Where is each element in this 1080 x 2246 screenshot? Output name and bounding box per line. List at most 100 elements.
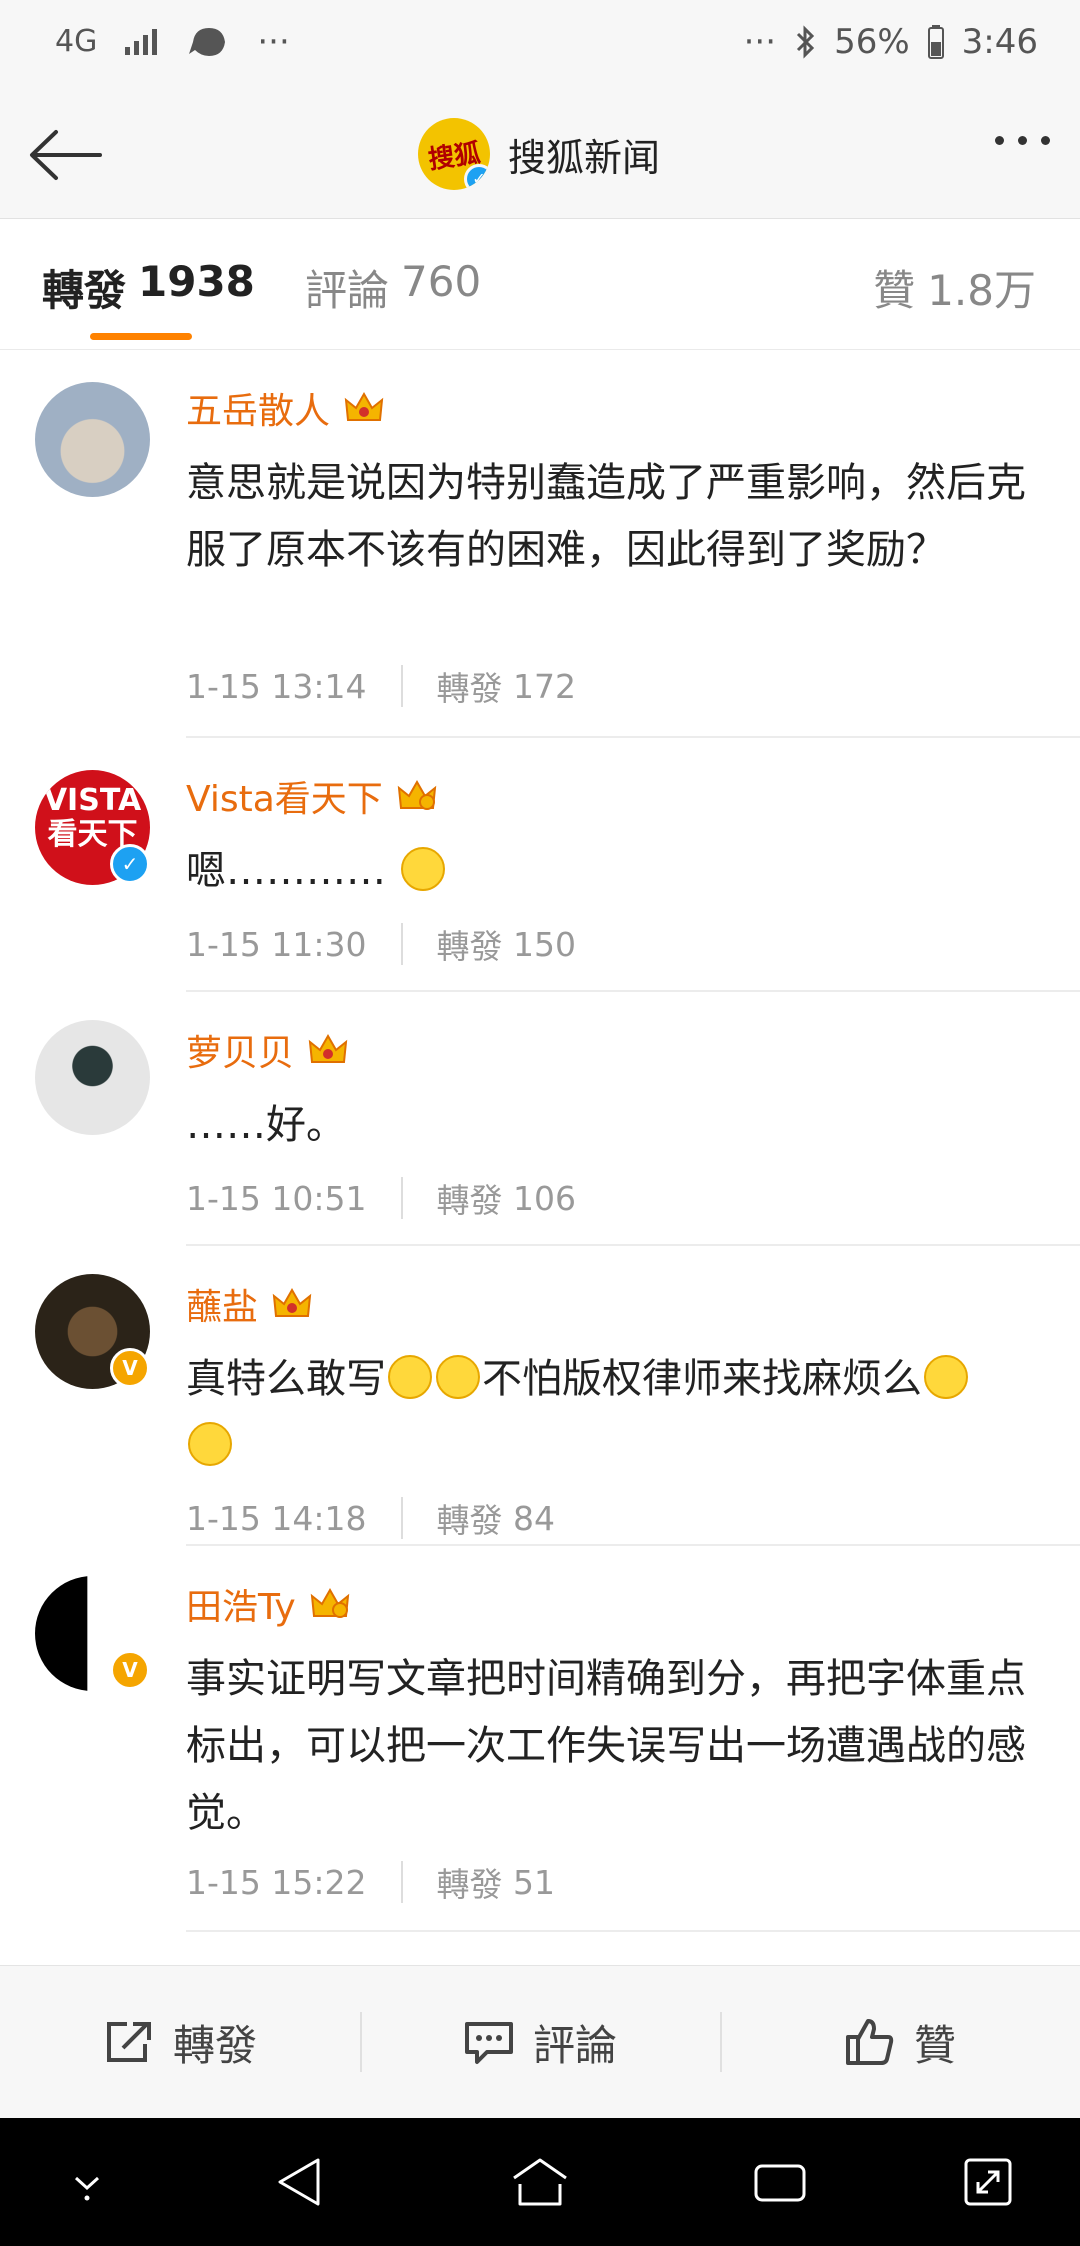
tab-forward[interactable]: 轉發 1938	[42, 257, 255, 318]
username-text: 萝贝贝	[186, 1033, 295, 1074]
comment-text-content: 嗯…………	[186, 848, 386, 894]
divider	[186, 990, 1080, 992]
username-text: 田浩Ty	[186, 1587, 296, 1628]
comment-text: 嗯…………	[186, 838, 1046, 905]
more-dot-icon	[1018, 136, 1027, 145]
vip-crown-icon	[344, 391, 384, 421]
forward-label: 轉發	[436, 669, 503, 708]
system-navigation-bar	[0, 2118, 1080, 2246]
nav-back-icon[interactable]	[272, 2154, 328, 2210]
battery-percent: 56%	[834, 22, 910, 62]
active-tab-indicator	[90, 333, 192, 340]
page-title: 搜狐新闻	[508, 135, 661, 180]
comment-text: 意思就是说因为特别蠢造成了严重影响，然后克服了原本不该有的困难，因此得到了奖励？	[186, 460, 1026, 573]
more-status-icon: ···	[743, 22, 777, 62]
like-button-label: 贊	[913, 2020, 956, 2070]
meta-divider	[400, 923, 403, 965]
timestamp: 1-15 11:30	[186, 924, 367, 964]
nav-expand-icon[interactable]	[960, 2154, 1016, 2210]
comment-icon	[464, 2022, 513, 2064]
nav-recents-icon[interactable]	[750, 2154, 810, 2210]
meta-divider	[400, 1177, 403, 1219]
comment-meta: 1-15 14:18 轉發 84	[186, 1494, 555, 1542]
forward-label: 轉發	[436, 1501, 503, 1540]
timestamp: 1-15 14:18	[186, 1498, 367, 1538]
more-dot-icon	[995, 136, 1004, 145]
username[interactable]: 蘸盐	[186, 1278, 312, 1330]
divider	[186, 1930, 1080, 1932]
clock: 3:46	[961, 22, 1038, 62]
like-button[interactable]: 贊	[720, 1966, 1080, 2118]
verified-badge-icon: V	[110, 1348, 150, 1388]
divider	[186, 1244, 1080, 1246]
vip-crown-icon	[272, 1287, 312, 1317]
tab-bar: 轉發 1938 評論 760 贊 1.8万	[0, 219, 1080, 350]
bluetooth-icon	[797, 25, 815, 59]
username[interactable]: Vista看天下	[186, 770, 437, 822]
laugh-cry-emoji-icon	[924, 1355, 968, 1399]
tab-comments[interactable]: 評論 760	[305, 257, 481, 318]
avatar[interactable]	[35, 382, 150, 497]
tab-likes[interactable]: 贊 1.8万	[873, 257, 1036, 318]
back-button[interactable]	[26, 120, 106, 190]
username[interactable]: 五岳散人	[186, 382, 384, 434]
meta-divider	[400, 665, 403, 707]
account-title[interactable]: 搜狐 ✓ 搜狐新闻	[418, 112, 660, 196]
comment-text-part: 真特么敢写	[186, 1356, 386, 1402]
divider	[186, 736, 1080, 738]
forward-count: 84	[513, 1498, 555, 1538]
tab-forward-count: 1938	[138, 257, 255, 306]
more-dot-icon	[1041, 136, 1050, 145]
forward-label: 轉發	[436, 1865, 503, 1904]
sohu-logo: 搜狐 ✓	[418, 118, 490, 190]
avatar[interactable]	[35, 1020, 150, 1135]
more-notifications-icon: ···	[257, 22, 290, 62]
forward-button-label: 轉發	[172, 2020, 257, 2070]
vip-crown-icon	[308, 1033, 348, 1063]
verified-badge-icon: ✓	[464, 164, 490, 190]
comment-text: ……好。	[186, 1102, 346, 1148]
avatar-text: VISTA	[43, 783, 142, 818]
divider	[186, 1544, 1080, 1546]
timestamp: 1-15 15:22	[186, 1862, 367, 1902]
forward-label: 轉發	[436, 1181, 503, 1220]
comment-button[interactable]: 評論	[360, 1966, 720, 2118]
comment-text: 事实证明写文章把时间精确到分，再把字体重点标出，可以把一次工作失误写出一场遭遇战…	[186, 1656, 1026, 1836]
comment-meta: 1-15 10:51 轉發 106	[186, 1174, 576, 1222]
username[interactable]: 萝贝贝	[186, 1024, 348, 1076]
verified-badge-icon: ✓	[110, 844, 150, 884]
more-options-button[interactable]	[995, 136, 1050, 145]
forward-count: 51	[513, 1862, 555, 1902]
verified-badge-icon: V	[110, 1650, 150, 1690]
smirk-emoji-icon	[436, 1355, 480, 1399]
hide-keyboard-icon[interactable]	[62, 2154, 112, 2204]
signal-icon	[125, 29, 158, 55]
forward-button[interactable]: 轉發	[0, 1966, 360, 2118]
top-app-bar: 搜狐 ✓ 搜狐新闻	[0, 90, 1080, 219]
tab-likes-label: 贊	[873, 266, 916, 315]
tab-comments-count: 760	[401, 257, 482, 306]
timestamp: 1-15 13:14	[186, 666, 367, 706]
tab-comments-label: 評論	[305, 266, 390, 315]
comment-meta: 1-15 13:14 轉發 172	[186, 662, 576, 710]
thumbs-up-icon	[845, 2019, 894, 2065]
forward-count: 106	[513, 1178, 576, 1218]
smirk-emoji-icon	[388, 1355, 432, 1399]
timestamp: 1-15 10:51	[186, 1178, 367, 1218]
meta-divider	[400, 1497, 403, 1539]
comment-text-part: 不怕版权律师来找麻烦么	[482, 1356, 922, 1402]
tab-forward-label: 轉發	[42, 266, 127, 315]
forward-count: 150	[513, 924, 576, 964]
share-icon	[106, 2022, 151, 2062]
comment-meta: 1-15 11:30 轉發 150	[186, 920, 576, 968]
battery-icon	[927, 25, 944, 59]
nav-home-icon[interactable]	[508, 2154, 572, 2210]
comment-button-label: 評論	[532, 2020, 617, 2070]
comment-text: 真特么敢写 不怕版权律师来找麻烦么	[186, 1346, 1046, 1480]
username[interactable]: 田浩Ty	[186, 1578, 350, 1630]
tab-likes-count: 1.8万	[927, 266, 1036, 315]
laugh-cry-emoji-icon	[188, 1422, 232, 1466]
forward-count: 172	[513, 666, 576, 706]
forward-label: 轉發	[436, 927, 503, 966]
back-arrow-icon	[30, 130, 102, 180]
